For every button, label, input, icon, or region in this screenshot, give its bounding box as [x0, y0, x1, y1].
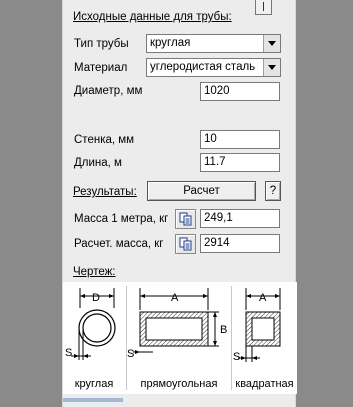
rectangular-pipe-drawing[interactable]: A B S прямоугольная: [127, 282, 231, 394]
chevron-down-icon[interactable]: [263, 35, 280, 52]
wall-input[interactable]: 10: [200, 130, 280, 149]
copy-icon: [179, 237, 192, 251]
mass-per-meter-output[interactable]: 249,1: [200, 209, 280, 228]
square-pipe-drawing[interactable]: A S квадратная: [232, 282, 297, 394]
mass-per-meter-label: Масса 1 метра, кг: [74, 213, 169, 225]
results-title: Результаты:: [73, 186, 137, 198]
horizontal-scrollbar-thumb[interactable]: [63, 398, 123, 402]
dim-B-label: B: [220, 324, 227, 336]
rectangular-pipe-diagram: A B S: [127, 288, 227, 360]
square-caption: квадратная: [235, 378, 294, 390]
copy-calc-mass-button[interactable]: [175, 234, 196, 254]
wall-label: Стенка, мм: [74, 134, 135, 146]
length-input[interactable]: 11.7: [200, 153, 280, 172]
material-label: Материал: [74, 62, 128, 74]
drawing-title: Чертеж:: [73, 266, 116, 278]
diameter-input[interactable]: 1020: [200, 82, 280, 101]
diameter-label: Диаметр, мм: [74, 85, 143, 97]
pipe-calculator-panel: Исходные данные для трубы: Тип трубы кру…: [62, 0, 297, 407]
pipe-type-value: круглая: [150, 37, 191, 49]
input-section-title: Исходные данные для трубы:: [73, 11, 232, 23]
copy-icon: [179, 212, 192, 226]
square-pipe-diagram: A S: [233, 288, 281, 363]
dim-D-label: D: [92, 292, 100, 304]
length-label: Длина, м: [74, 157, 122, 169]
dim-S-label: S: [65, 347, 72, 359]
pipe-type-select[interactable]: круглая: [146, 34, 281, 53]
calc-mass-label: Расчет. масса, кг: [74, 238, 164, 250]
round-pipe-diagram: D S: [65, 288, 116, 360]
material-select[interactable]: углеродистая сталь: [146, 58, 281, 77]
chevron-down-icon[interactable]: [263, 59, 280, 76]
round-caption: круглая: [74, 378, 114, 390]
calc-mass-output[interactable]: 2914: [200, 234, 280, 253]
dim-S-label: S: [233, 351, 240, 363]
material-value: углеродистая сталь: [150, 61, 256, 73]
dim-A-label: A: [171, 292, 179, 304]
drawing-area: D S круглая A B S прямоугольная A S квад…: [63, 282, 297, 394]
help-button[interactable]: ?: [265, 181, 281, 201]
copy-mass-per-meter-button[interactable]: [175, 209, 196, 229]
round-pipe-drawing[interactable]: D S круглая: [63, 282, 125, 394]
rectangular-caption: прямоугольная: [140, 378, 218, 390]
calculate-button[interactable]: Расчет: [147, 181, 256, 201]
pipe-type-label: Тип трубы: [74, 38, 129, 50]
dim-A-label: A: [259, 292, 267, 304]
dim-S-label: S: [127, 348, 134, 360]
panel-toggle-button[interactable]: [255, 0, 272, 15]
